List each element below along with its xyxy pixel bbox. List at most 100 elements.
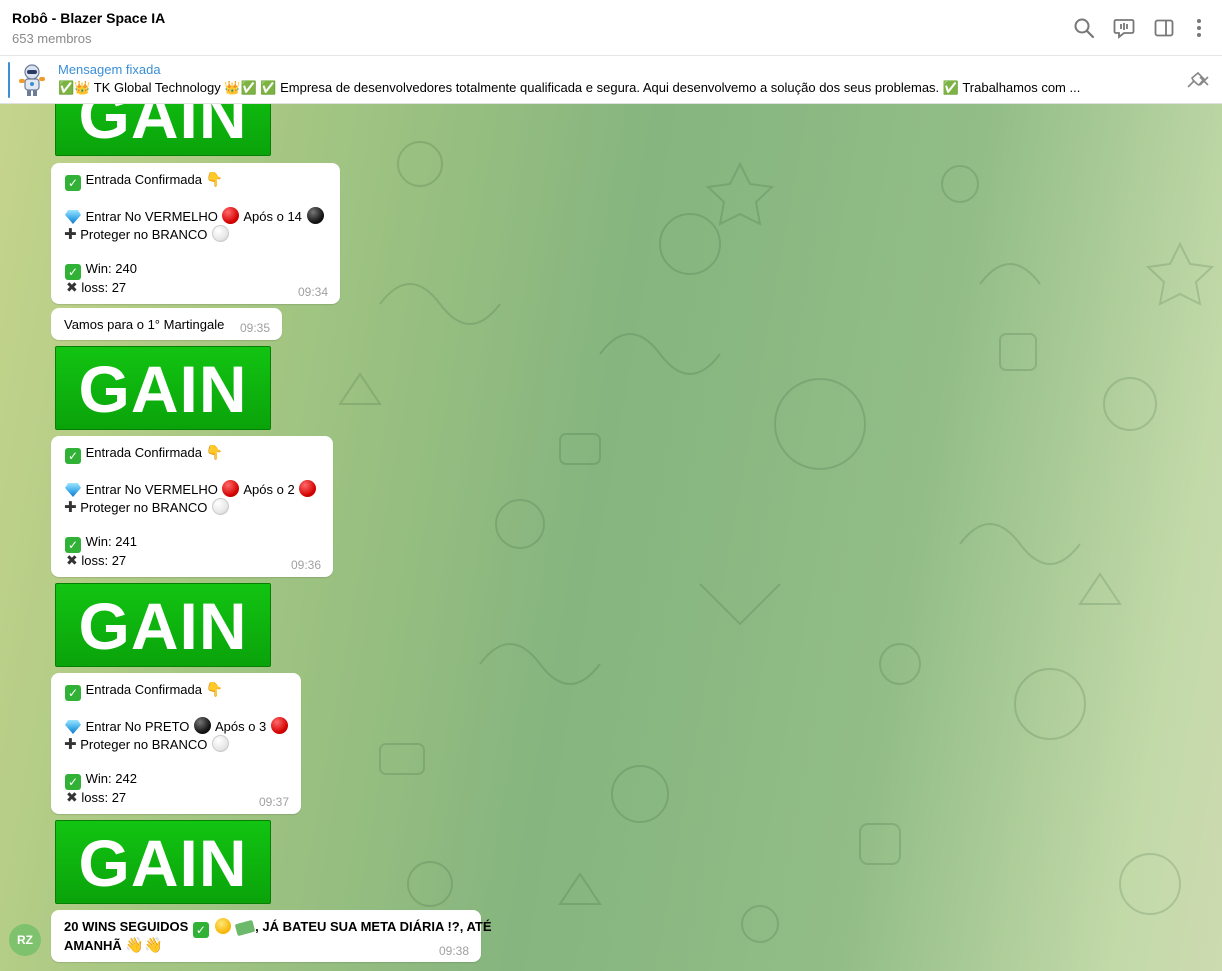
black-ball-icon [194, 717, 212, 734]
win-text: Win: 240 [85, 261, 137, 276]
message-line-2: AMANHÃ 👋👋 [64, 936, 163, 954]
cross-icon: ✖ [66, 552, 78, 568]
text-message[interactable]: 20 WINS SEGUIDOS ✓ , JÁ BATEU SUA META D… [51, 910, 492, 962]
black-ball-icon [306, 207, 324, 224]
waving-hand-icon: 👋 [125, 937, 145, 954]
after-text: Após o 14 [243, 209, 302, 224]
waving-hand-icon: 👋 [144, 937, 163, 954]
signal-message[interactable]: ✓ Entrada Confirmada 👇 Entrar No VERMELH… [51, 436, 333, 577]
check-icon: ✓ [65, 685, 81, 701]
protect-text: Proteger no BRANCO [80, 737, 208, 752]
message-time: 09:36 [291, 558, 322, 572]
enter-text: Entrar No VERMELHO [85, 482, 218, 497]
money-wings-icon [234, 919, 256, 937]
gain-image[interactable]: GAIN [55, 104, 271, 156]
protect-text: Proteger no BRANCO [80, 500, 208, 515]
enter-text: Entrar No VERMELHO [85, 209, 218, 224]
protect-line: ✚ Proteger no BRANCO [64, 735, 230, 753]
signal-message[interactable]: ✓ Entrada Confirmada 👇 Entrar No PRETO A… [51, 673, 301, 814]
white-ball-icon [212, 225, 229, 242]
confirm-text: Entrada Confirmada [85, 682, 202, 697]
check-icon: ✓ [65, 448, 81, 464]
check-icon: ✓ [65, 264, 81, 280]
protect-line: ✚ Proteger no BRANCO [64, 225, 230, 243]
money-face-icon [214, 918, 231, 934]
win-line: ✓ Win: 240 [64, 261, 137, 280]
confirm-line: ✓ Entrada Confirmada 👇 [64, 171, 223, 191]
check-icon: ✓ [65, 537, 81, 553]
wins-text: 20 WINS SEGUIDOS [64, 919, 189, 934]
diamond-icon [65, 720, 81, 734]
loss-line: ✖ loss: 27 [66, 552, 126, 569]
pinned-message-bar[interactable]: Mensagem fixada ✅👑 TK Global Technology … [0, 56, 1222, 104]
diamond-icon [65, 483, 81, 497]
white-ball-icon [212, 498, 229, 515]
protect-text: Proteger no BRANCO [80, 227, 208, 242]
check-icon: ✓ [65, 175, 81, 191]
message-time: 09:38 [439, 944, 470, 958]
enter-line: Entrar No VERMELHO Após o 2 [64, 480, 317, 497]
goal-text: , JÁ BATEU SUA META DIÁRIA !?, ATÉ [255, 919, 492, 934]
white-ball-icon [212, 735, 229, 752]
gain-image[interactable]: GAIN [55, 820, 271, 904]
confirm-text: Entrada Confirmada [85, 172, 202, 187]
unpin-icon[interactable] [1184, 69, 1210, 91]
chat-title[interactable]: Robô - Blazer Space IA [12, 10, 165, 26]
check-icon: ✓ [192, 922, 209, 938]
red-ball-icon [222, 480, 240, 497]
member-count: 653 membros [12, 31, 92, 46]
loss-text: loss: 27 [81, 790, 127, 805]
red-ball-icon [222, 207, 240, 224]
sidebar-toggle-icon[interactable] [1153, 17, 1175, 39]
enter-text: Entrar No PRETO [85, 719, 190, 734]
chat-area[interactable]: GAIN ✓ Entrada Confirmada 👇 Entrar No VE… [0, 104, 1222, 971]
plus-icon: ✚ [64, 736, 77, 753]
win-line: ✓ Win: 242 [64, 771, 137, 790]
voice-chat-icon[interactable] [1113, 17, 1135, 39]
sender-avatar[interactable]: RZ [9, 924, 41, 956]
protect-line: ✚ Proteger no BRANCO [64, 498, 230, 516]
plus-icon: ✚ [64, 499, 77, 516]
text-message[interactable]: Vamos para o 1° Martingale 09:35 [51, 308, 282, 340]
confirm-text: Entrada Confirmada [85, 445, 202, 460]
confirm-line: ✓ Entrada Confirmada 👇 [64, 681, 223, 701]
cross-icon: ✖ [66, 279, 78, 295]
win-text: Win: 241 [85, 534, 137, 549]
after-text: Após o 2 [243, 482, 295, 497]
chat-header: Robô - Blazer Space IA 653 membros [0, 0, 1222, 56]
gain-image[interactable]: GAIN [55, 583, 271, 667]
diamond-icon [65, 210, 81, 224]
pinned-label: Mensagem fixada [58, 62, 161, 77]
loss-text: loss: 27 [81, 280, 127, 295]
after-text: Após o 3 [214, 719, 267, 734]
red-ball-icon [270, 717, 288, 734]
confirm-line: ✓ Entrada Confirmada 👇 [64, 444, 223, 464]
win-text: Win: 242 [85, 771, 137, 786]
search-icon[interactable] [1073, 17, 1095, 39]
message-line-1: 20 WINS SEGUIDOS ✓ , JÁ BATEU SUA META D… [64, 918, 492, 938]
pinned-text: ✅👑 TK Global Technology 👑✅ ✅ Empresa de … [58, 80, 1081, 95]
pinned-accent-bar [8, 62, 10, 98]
enter-line: Entrar No VERMELHO Após o 14 [64, 207, 325, 224]
pointing-down-icon: 👇 [205, 444, 224, 460]
loss-line: ✖ loss: 27 [66, 789, 126, 806]
more-options-icon[interactable] [1188, 17, 1210, 39]
check-icon: ✓ [65, 774, 81, 790]
pointing-down-icon: 👇 [205, 681, 224, 697]
loss-line: ✖ loss: 27 [66, 279, 126, 296]
loss-text: loss: 27 [81, 553, 127, 568]
cross-icon: ✖ [66, 789, 78, 805]
robot-thumbnail [14, 62, 50, 98]
message-time: 09:34 [298, 285, 329, 299]
signal-message[interactable]: ✓ Entrada Confirmada 👇 Entrar No VERMELH… [51, 163, 340, 304]
enter-line: Entrar No PRETO Após o 3 [64, 717, 289, 734]
win-line: ✓ Win: 241 [64, 534, 137, 553]
message-time: 09:35 [240, 321, 271, 335]
message-time: 09:37 [259, 795, 290, 809]
plus-icon: ✚ [64, 226, 77, 243]
gain-image[interactable]: GAIN [55, 346, 271, 430]
tomorrow-text: AMANHÃ [64, 938, 122, 953]
pointing-down-icon: 👇 [205, 171, 224, 187]
red-ball-icon [299, 480, 317, 497]
message-text: Vamos para o 1° Martingale [64, 317, 225, 332]
